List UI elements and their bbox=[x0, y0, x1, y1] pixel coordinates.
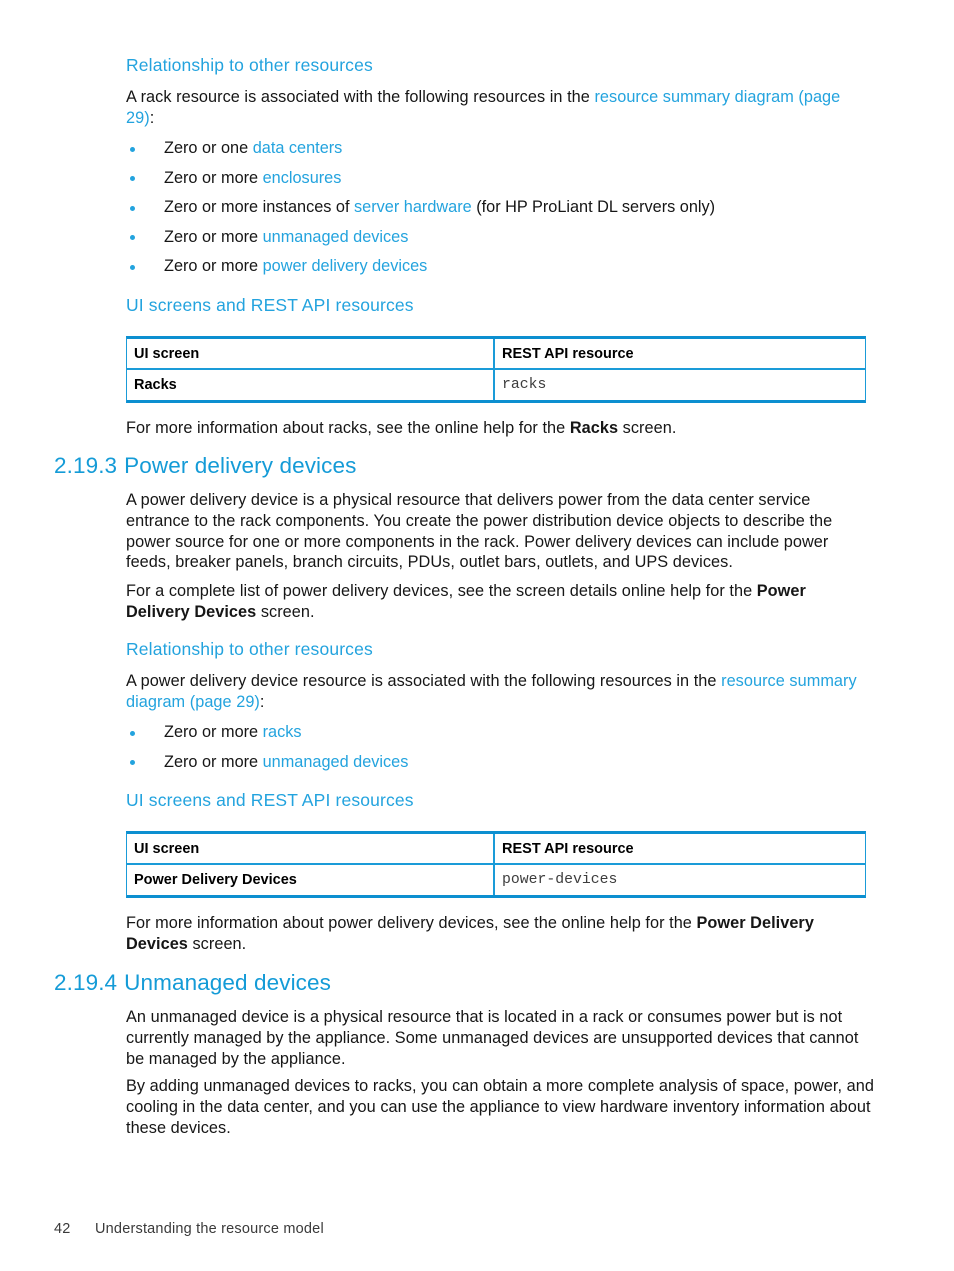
paragraph-power-delivery-intro: A power delivery device resource is asso… bbox=[126, 671, 874, 713]
paragraph-power-delivery-more-info: For more information about power deliver… bbox=[126, 913, 866, 955]
bullet-icon bbox=[130, 205, 135, 211]
link-enclosures[interactable]: enclosures bbox=[263, 169, 342, 187]
heading-section-2-19-4: 2.19.4 Unmanaged devices bbox=[54, 970, 331, 996]
paragraph-power-delivery-complete-list: For a complete list of power delivery de… bbox=[126, 581, 844, 623]
column-header-rest-api-resource: REST API resource bbox=[502, 345, 634, 362]
heading-power-delivery-ui-rest: UI screens and REST API resources bbox=[126, 790, 414, 810]
paragraph-unmanaged-definition: An unmanaged device is a physical resour… bbox=[126, 1008, 859, 1068]
list-item: Zero or more unmanaged devices bbox=[126, 223, 715, 253]
pd-list-text-2: screen. bbox=[256, 602, 315, 621]
bullet-icon bbox=[130, 730, 135, 736]
heading-rack-ui-rest: UI screens and REST API resources bbox=[126, 295, 414, 315]
list-rack-relationships: Zero or one data centers Zero or more en… bbox=[126, 134, 715, 282]
list-item: Zero or more instances of server hardwar… bbox=[126, 193, 715, 223]
list-item-prefix: Zero or more bbox=[164, 752, 263, 771]
table-header-row: UI screen REST API resource bbox=[127, 339, 865, 370]
section-title: Power delivery devices bbox=[124, 453, 357, 478]
bullet-icon bbox=[130, 146, 135, 152]
section-title: Unmanaged devices bbox=[124, 970, 331, 995]
pd-list-text-1: For a complete list of power delivery de… bbox=[126, 582, 757, 600]
link-unmanaged-devices[interactable]: unmanaged devices bbox=[263, 753, 409, 771]
pd-intro-text-1: A power delivery device resource is asso… bbox=[126, 672, 722, 690]
list-item: Zero or more power delivery devices bbox=[126, 252, 715, 282]
list-item-prefix: Zero or one bbox=[164, 139, 253, 157]
list-item-prefix: Zero or more instances of bbox=[164, 198, 355, 217]
column-header-rest-api-resource: REST API resource bbox=[502, 840, 634, 857]
list-item: Zero or more enclosures bbox=[126, 164, 715, 194]
cell-ui-screen: Power Delivery Devices bbox=[127, 865, 495, 895]
rack-more-info-1: For more information about racks, see th… bbox=[126, 419, 570, 437]
column-header-ui-screen: UI screen bbox=[127, 339, 495, 368]
paragraph-rack-more-info: For more information about racks, see th… bbox=[126, 418, 866, 439]
list-item: Zero or one data centers bbox=[126, 134, 715, 164]
table-row: Racks racks bbox=[127, 370, 865, 400]
rack-intro-text-1: A rack resource is associated with the f… bbox=[126, 88, 595, 106]
bullet-icon bbox=[130, 264, 135, 270]
heading-power-delivery-relationship: Relationship to other resources bbox=[126, 639, 373, 659]
table-row: Power Delivery Devices power-devices bbox=[127, 865, 865, 895]
list-item-prefix: Zero or more bbox=[164, 257, 263, 276]
heading-rack-relationship: Relationship to other resources bbox=[126, 55, 373, 75]
bullet-icon bbox=[130, 235, 135, 241]
column-header-ui-screen: UI screen bbox=[127, 834, 495, 863]
list-power-delivery-relationships: Zero or more racks Zero or more unmanage… bbox=[126, 718, 408, 777]
bullet-icon bbox=[130, 176, 135, 182]
list-item-prefix: Zero or more bbox=[164, 227, 263, 246]
table-rack-ui-rest: UI screen REST API resource Racks racks bbox=[126, 336, 866, 403]
list-item-prefix: Zero or more bbox=[164, 168, 263, 187]
heading-section-2-19-3: 2.19.3 Power delivery devices bbox=[54, 453, 356, 479]
list-item: Zero or more unmanaged devices bbox=[126, 748, 408, 778]
footer-page-number: 42 bbox=[54, 1221, 71, 1237]
cell-rest-api-resource: racks bbox=[502, 377, 547, 393]
cell-ui-screen: Racks bbox=[127, 370, 495, 400]
table-header-row: UI screen REST API resource bbox=[127, 834, 865, 865]
paragraph-rack-intro: A rack resource is associated with the f… bbox=[126, 87, 866, 129]
rack-intro-text-2: : bbox=[149, 108, 155, 127]
link-server-hardware[interactable]: server hardware bbox=[354, 198, 472, 216]
list-item: Zero or more racks bbox=[126, 718, 408, 748]
paragraph-power-delivery-definition: A power delivery device is a physical re… bbox=[126, 491, 833, 572]
pd-more-info-2: screen. bbox=[187, 934, 247, 953]
link-unmanaged-devices[interactable]: unmanaged devices bbox=[263, 228, 409, 246]
pd-intro-text-2: : bbox=[259, 692, 265, 711]
page-footer: 42 Understanding the resource model bbox=[54, 1221, 324, 1237]
link-power-delivery-devices[interactable]: power delivery devices bbox=[263, 257, 428, 275]
table-power-delivery-ui-rest: UI screen REST API resource Power Delive… bbox=[126, 831, 866, 898]
bullet-icon bbox=[130, 760, 135, 766]
section-number: 2.19.3 bbox=[54, 453, 118, 478]
rack-more-info-bold: Racks bbox=[569, 419, 619, 437]
rack-more-info-2: screen. bbox=[618, 419, 677, 437]
cell-rest-api-resource: power-devices bbox=[502, 872, 618, 888]
list-item-suffix: (for HP ProLiant DL servers only) bbox=[471, 198, 716, 217]
list-item-prefix: Zero or more bbox=[164, 723, 263, 741]
document-page: Relationship to other resources A rack r… bbox=[0, 0, 954, 1271]
pd-more-info-1: For more information about power deliver… bbox=[126, 914, 697, 932]
link-racks[interactable]: racks bbox=[263, 723, 302, 741]
link-data-centers[interactable]: data centers bbox=[253, 139, 343, 157]
paragraph-unmanaged-benefits: By adding unmanaged devices to racks, yo… bbox=[126, 1077, 874, 1137]
footer-chapter-title: Understanding the resource model bbox=[95, 1221, 324, 1237]
section-number: 2.19.4 bbox=[54, 970, 118, 995]
